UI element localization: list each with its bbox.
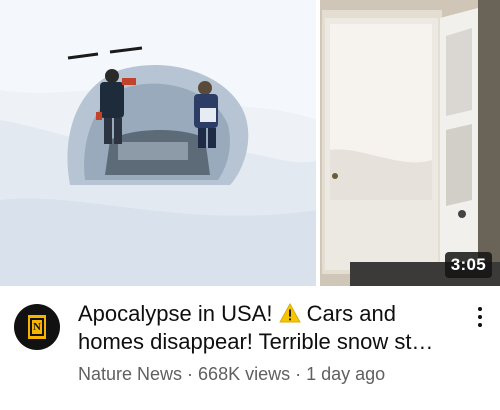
- warning-icon: [278, 303, 301, 323]
- more-vert-icon[interactable]: [468, 302, 492, 332]
- video-meta: N Apocalypse in USA! Cars and homes disa…: [0, 296, 500, 406]
- video-duration-badge: 3:05: [444, 252, 492, 278]
- view-count: 668K views: [198, 364, 291, 384]
- video-title-part1: Apocalypse in USA!: [78, 301, 279, 326]
- channel-logo-letter: N: [30, 318, 44, 336]
- video-title[interactable]: Apocalypse in USA! Cars and homes disapp…: [78, 300, 468, 356]
- thumbnail-image: [0, 0, 500, 286]
- channel-name[interactable]: Nature News: [78, 364, 182, 384]
- video-thumbnail[interactable]: 3:05: [0, 0, 500, 286]
- channel-avatar[interactable]: N: [14, 304, 60, 350]
- video-subline: Nature News · 668K views · 1 day ago: [78, 364, 478, 385]
- upload-age: 1 day ago: [306, 364, 386, 384]
- channel-logo: N: [26, 313, 48, 341]
- separator: ·: [182, 364, 199, 384]
- separator: ·: [290, 364, 307, 384]
